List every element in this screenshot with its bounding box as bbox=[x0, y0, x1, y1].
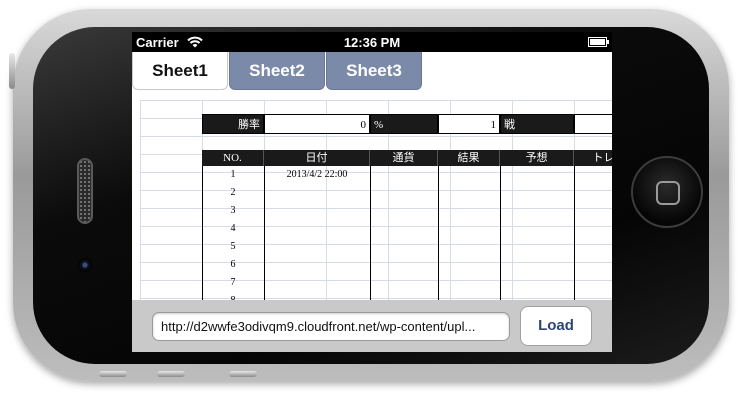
tab-sheet3[interactable]: Sheet3 bbox=[326, 52, 422, 90]
row-number: 2 bbox=[230, 187, 236, 198]
row-number: 1 bbox=[230, 169, 236, 180]
power-button bbox=[9, 53, 15, 89]
row-number: 4 bbox=[230, 223, 236, 234]
bottom-toolbar: http://d2wwfe3odivqm9.cloudfront.net/wp-… bbox=[132, 300, 612, 352]
spreadsheet-view[interactable]: 勝率 0 % 1 戦 NO. 日付 通貨 結果 予想 トレ 1 2013/4/2… bbox=[132, 90, 612, 300]
column-divider bbox=[264, 166, 265, 300]
header-no: NO. bbox=[202, 150, 264, 166]
count-value: 1 bbox=[438, 114, 500, 134]
column-divider bbox=[500, 166, 501, 300]
camera-lens bbox=[78, 258, 92, 272]
home-button[interactable] bbox=[631, 156, 703, 228]
win-rate-value: 0 bbox=[264, 114, 370, 134]
win-rate-label: 勝率 bbox=[202, 114, 264, 134]
header-forecast: 予想 bbox=[500, 150, 574, 166]
row-number: 8 bbox=[202, 292, 264, 300]
percent-label: % bbox=[370, 114, 438, 134]
header-currency: 通貨 bbox=[370, 150, 438, 166]
column-divider bbox=[370, 166, 371, 300]
load-button[interactable]: Load bbox=[520, 306, 592, 346]
volume-button bbox=[157, 371, 185, 377]
column-divider bbox=[574, 166, 575, 300]
summary-empty-cell bbox=[574, 114, 612, 134]
table-header: NO. 日付 通貨 結果 予想 トレ bbox=[202, 150, 612, 166]
url-input[interactable]: http://d2wwfe3odivqm9.cloudfront.net/wp-… bbox=[152, 312, 510, 341]
header-date: 日付 bbox=[264, 150, 370, 166]
summary-row: 勝率 0 % 1 戦 bbox=[202, 114, 612, 134]
device-screen: Carrier 12:36 PM Sheet1 Sheet2 Sheet3 勝率… bbox=[132, 32, 612, 352]
volume-button bbox=[99, 371, 127, 377]
tab-sheet2[interactable]: Sheet2 bbox=[229, 52, 325, 90]
row-date: 2013/4/2 22:00 bbox=[286, 169, 348, 180]
battery-icon bbox=[588, 37, 609, 47]
column-divider bbox=[438, 166, 439, 300]
battles-label: 戦 bbox=[500, 114, 574, 134]
table-body: 1 2013/4/2 22:00 2 3 4 5 6 7 8 bbox=[202, 166, 612, 300]
clock-time: 12:36 PM bbox=[343, 35, 401, 50]
header-result: 結果 bbox=[438, 150, 500, 166]
row-number: 6 bbox=[230, 259, 236, 270]
speaker-grille bbox=[77, 158, 93, 224]
home-square-icon bbox=[656, 181, 680, 205]
header-trade: トレ bbox=[574, 150, 612, 166]
row-number: 7 bbox=[230, 277, 236, 288]
status-bar: Carrier 12:36 PM bbox=[132, 32, 612, 52]
tab-sheet1[interactable]: Sheet1 bbox=[132, 52, 228, 90]
row-number: 3 bbox=[230, 205, 236, 216]
sheet-tab-bar: Sheet1 Sheet2 Sheet3 bbox=[132, 52, 612, 90]
mute-switch bbox=[229, 371, 257, 377]
row-number: 5 bbox=[230, 241, 236, 252]
